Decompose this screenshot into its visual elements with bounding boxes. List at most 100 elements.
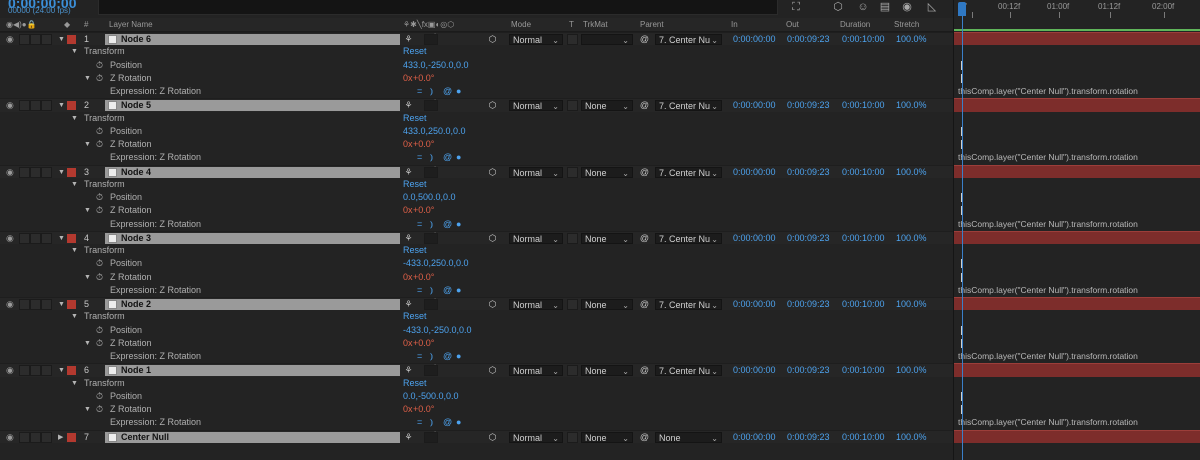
preserve-transparency-switch[interactable] <box>567 431 578 443</box>
in-point-value[interactable]: 0:00:00:00 <box>733 99 776 112</box>
audio-switch[interactable] <box>19 34 30 45</box>
in-point-value[interactable]: 0:00:00:00 <box>733 431 776 444</box>
lock-switch[interactable] <box>41 431 52 443</box>
label-color-swatch[interactable] <box>67 233 76 243</box>
layer-name[interactable]: Node 5 <box>121 99 151 112</box>
graph-icon[interactable]: ⦆ <box>430 416 433 429</box>
layer-name[interactable]: Node 1 <box>121 364 151 377</box>
track-matte-dropdown[interactable]: None ⌄ <box>581 166 633 178</box>
z-rotation-turns[interactable]: 0x <box>403 403 413 416</box>
parent-pickwhip-icon[interactable]: @ <box>639 431 650 444</box>
blend-mode-dropdown[interactable]: Normal ⌄ <box>509 34 563 45</box>
layer-duration-bar[interactable] <box>954 363 1200 377</box>
blend-mode-dropdown[interactable]: Normal ⌄ <box>509 166 563 178</box>
duration-value[interactable]: 0:00:10:00 <box>842 33 885 46</box>
track-matte-dropdown[interactable]: ⌄ <box>581 34 633 45</box>
shy-switch-icon[interactable]: ⚘ <box>403 232 414 245</box>
z-rotation-degrees[interactable]: +0.0° <box>413 337 434 350</box>
shy-switch-icon[interactable]: ⚘ <box>403 364 414 377</box>
expression-enable-icon[interactable]: = <box>417 416 422 429</box>
track-matte-dropdown[interactable]: None ⌄ <box>581 100 633 112</box>
preserve-transparency-switch[interactable] <box>567 166 578 178</box>
language-menu-icon[interactable]: ● <box>456 350 461 363</box>
graph-icon[interactable]: ⦆ <box>430 151 433 164</box>
graph-icon[interactable]: ⦆ <box>430 218 433 231</box>
position-value[interactable]: -433.0,-250.0,0.0 <box>403 324 472 337</box>
audio-switch[interactable] <box>19 166 30 178</box>
comp-flowchart-icon[interactable]: ⛶ <box>790 1 802 13</box>
graph-icon[interactable]: ⦆ <box>430 350 433 363</box>
transform-reset-link[interactable]: Reset <box>403 310 427 323</box>
parent-dropdown[interactable]: 7. Center Nu ⌄ <box>655 365 722 377</box>
lock-switch[interactable] <box>41 34 52 45</box>
duration-value[interactable]: 0:00:10:00 <box>842 431 885 444</box>
timeline-panel[interactable]: 0f00:12f01:00f01:12f02:00f thisComp.laye… <box>953 0 1200 460</box>
visibility-eye-icon[interactable]: ◉ <box>6 298 16 311</box>
transform-reset-link[interactable]: Reset <box>403 377 427 390</box>
expand-arrow-icon[interactable]: ▼ <box>71 310 78 323</box>
solo-switch[interactable] <box>30 299 41 310</box>
graph-icon[interactable]: ⦆ <box>430 284 433 297</box>
draft-3d-icon[interactable]: ⬡ <box>832 1 844 13</box>
z-rotation-degrees[interactable]: +0.0° <box>413 204 434 217</box>
expression-enable-icon[interactable]: = <box>417 151 422 164</box>
blend-mode-dropdown[interactable]: Normal ⌄ <box>509 365 563 377</box>
in-point-value[interactable]: 0:00:00:00 <box>733 166 776 179</box>
3d-layer-switch-icon[interactable]: ⬡ <box>487 99 498 112</box>
stopwatch-icon[interactable]: ⏱ <box>96 72 103 85</box>
parent-dropdown[interactable]: None ⌄ <box>655 431 722 443</box>
expression-enable-icon[interactable]: = <box>417 218 422 231</box>
blend-mode-dropdown[interactable]: Normal ⌄ <box>509 100 563 112</box>
frame-blending-icon[interactable]: ▤ <box>879 1 891 13</box>
visibility-eye-icon[interactable]: ◉ <box>6 232 16 245</box>
stopwatch-icon[interactable]: ⏱ <box>96 271 103 284</box>
quality-switch[interactable] <box>424 431 438 443</box>
expand-arrow-icon[interactable]: ▼ <box>84 204 91 217</box>
solo-switch[interactable] <box>30 232 41 244</box>
expand-arrow-icon[interactable]: ▼ <box>58 364 65 377</box>
position-value[interactable]: 433.0,250.0,0.0 <box>403 125 466 138</box>
label-color-swatch[interactable] <box>67 167 76 177</box>
z-rotation-degrees[interactable]: +0.0° <box>413 403 434 416</box>
preserve-transparency-switch[interactable] <box>567 365 578 377</box>
pickwhip-icon[interactable]: @ <box>443 350 452 363</box>
stopwatch-icon[interactable]: ⏱ <box>96 403 103 416</box>
language-menu-icon[interactable]: ● <box>456 416 461 429</box>
stopwatch-icon[interactable]: ⏱ <box>96 337 103 350</box>
transform-reset-link[interactable]: Reset <box>403 244 427 257</box>
expand-arrow-icon[interactable]: ▼ <box>71 112 78 125</box>
label-color-swatch[interactable] <box>67 101 76 111</box>
quality-switch[interactable] <box>424 299 438 310</box>
expression-text[interactable]: thisComp.layer("Center Null").transform.… <box>958 218 1138 231</box>
track-matte-dropdown[interactable]: None ⌄ <box>581 299 633 310</box>
expand-arrow-icon[interactable]: ▼ <box>71 178 78 191</box>
pickwhip-icon[interactable]: @ <box>443 416 452 429</box>
stopwatch-icon[interactable]: ⏱ <box>96 59 103 72</box>
out-header[interactable]: Out <box>786 20 799 29</box>
parent-dropdown[interactable]: 7. Center Nu ⌄ <box>655 34 722 45</box>
layer-name[interactable]: Node 4 <box>121 166 151 179</box>
expression-enable-icon[interactable]: = <box>417 350 422 363</box>
parent-dropdown[interactable]: 7. Center Nu ⌄ <box>655 232 722 244</box>
3d-layer-switch-icon[interactable]: ⬡ <box>487 232 498 245</box>
shy-switch-icon[interactable]: ⚘ <box>403 431 414 444</box>
language-menu-icon[interactable]: ● <box>456 151 461 164</box>
graph-icon[interactable]: ⦆ <box>430 85 433 98</box>
solo-switch[interactable] <box>30 100 41 112</box>
label-color-swatch[interactable] <box>67 300 76 309</box>
lock-switch[interactable] <box>41 299 52 310</box>
label-color-swatch[interactable] <box>67 366 76 376</box>
layer-name[interactable]: Node 2 <box>121 298 151 311</box>
pickwhip-icon[interactable]: @ <box>443 284 452 297</box>
transform-reset-link[interactable]: Reset <box>403 45 427 58</box>
parent-dropdown[interactable]: 7. Center Nu ⌄ <box>655 100 722 112</box>
preserve-transparency-switch[interactable] <box>567 34 578 45</box>
expand-arrow-icon[interactable]: ▼ <box>71 377 78 390</box>
stretch-value[interactable]: 100.0% <box>896 166 927 179</box>
expand-arrow-icon[interactable]: ▼ <box>58 298 65 311</box>
stopwatch-icon[interactable]: ⏱ <box>96 138 103 151</box>
layer-duration-bar[interactable] <box>954 164 1200 178</box>
stretch-value[interactable]: 100.0% <box>896 99 927 112</box>
solo-switch[interactable] <box>30 365 41 377</box>
parent-pickwhip-icon[interactable]: @ <box>639 364 650 377</box>
